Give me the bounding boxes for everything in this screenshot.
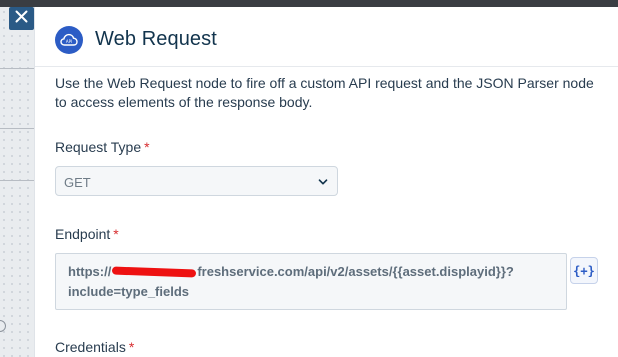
panel-title: Web Request bbox=[95, 28, 217, 50]
header-divider bbox=[35, 66, 618, 67]
close-panel-button[interactable] bbox=[9, 7, 34, 30]
endpoint-input[interactable]: https:// freshservice.com/api/v2/assets/{… bbox=[55, 253, 567, 310]
credentials-label-text: Credentials bbox=[55, 339, 126, 355]
workflow-canvas-backdrop bbox=[0, 0, 618, 357]
web-request-panel: API Web Request Use the Web Request node… bbox=[34, 7, 618, 357]
canvas-node-connector bbox=[0, 320, 6, 332]
panel-description: Use the Web Request node to fire off a c… bbox=[55, 75, 594, 110]
credentials-label: Credentials * bbox=[55, 339, 134, 355]
canvas-divider bbox=[0, 180, 34, 181]
insert-placeholder-button[interactable]: {+} bbox=[570, 257, 598, 284]
request-type-label-text: Request Type bbox=[55, 139, 142, 155]
top-bar bbox=[0, 0, 618, 7]
chevron-down-icon bbox=[317, 175, 329, 193]
svg-text:API: API bbox=[66, 39, 72, 44]
canvas-divider bbox=[0, 128, 34, 129]
endpoint-url-suffix: freshservice.com/api/v2/assets/{{asset.d… bbox=[197, 264, 514, 279]
endpoint-url-line2: include=type_fields bbox=[68, 284, 190, 299]
required-marker: * bbox=[113, 226, 119, 242]
canvas-divider bbox=[0, 68, 34, 69]
required-marker: * bbox=[128, 339, 135, 355]
endpoint-label: Endpoint * bbox=[55, 226, 119, 242]
cloud-api-icon: API bbox=[55, 26, 83, 54]
endpoint-label-text: Endpoint bbox=[55, 226, 111, 242]
required-marker: * bbox=[144, 139, 150, 155]
request-type-value: GET bbox=[64, 175, 91, 190]
close-icon bbox=[15, 10, 28, 28]
redaction-mark bbox=[112, 266, 197, 278]
endpoint-value: https:// freshservice.com/api/v2/assets/{… bbox=[68, 262, 538, 302]
request-type-label: Request Type * bbox=[55, 139, 150, 155]
endpoint-url-prefix: https:// bbox=[68, 264, 112, 279]
request-type-select[interactable]: GET bbox=[55, 166, 338, 196]
